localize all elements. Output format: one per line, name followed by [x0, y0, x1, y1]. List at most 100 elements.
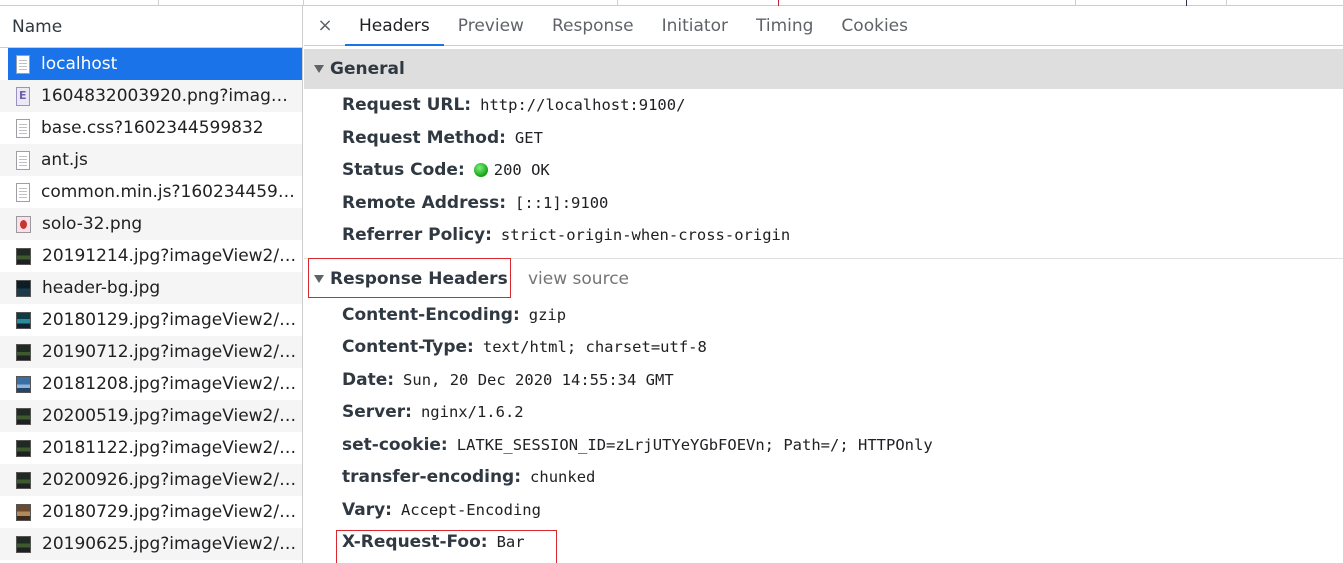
general-row-status-code: Status Code: 200 OK [304, 154, 1343, 187]
response-row-content-encoding: Content-Encoding: gzip [304, 299, 1343, 332]
image-icon [16, 471, 31, 489]
close-icon[interactable]: × [314, 6, 336, 45]
request-row[interactable]: localhost [8, 48, 302, 80]
request-list: localhost 1604832003920.png?imageVi... bas… [0, 48, 302, 560]
tab-response[interactable]: Response [538, 6, 648, 45]
request-row[interactable]: 20180729.jpg?imageView2/1/... [0, 496, 302, 528]
request-row-label: 20190712.jpg?imageView2/1/... [42, 342, 297, 362]
document-icon [16, 150, 30, 170]
header-value: Accept-Encoding [400, 500, 541, 519]
tab-headers[interactable]: Headers [345, 6, 444, 46]
header-key: Server: [342, 402, 412, 423]
header-value: http://localhost:9100/ [480, 96, 686, 115]
header-value: 200 OK [493, 161, 550, 180]
request-row[interactable]: solo-32.png [0, 208, 302, 240]
header-key: Remote Address: [342, 192, 507, 213]
header-key: transfer-encoding: [342, 467, 522, 488]
request-row[interactable]: 1604832003920.png?imageVi... [0, 80, 302, 112]
request-row[interactable]: 20191214.jpg?imageView2/1/... [0, 240, 302, 272]
response-row-transfer-encoding: transfer-encoding: chunked [304, 461, 1343, 494]
highlight-box [308, 257, 511, 298]
request-row-label: base.css?1602344599832 [41, 118, 264, 138]
response-row-vary: Vary: Accept-Encoding [304, 494, 1343, 527]
image-icon [16, 407, 31, 425]
header-value: LATKE_SESSION_ID=zLrjUTYeYGbFOEVn; Path=… [456, 435, 933, 454]
highlight-box [336, 529, 557, 563]
image-icon [16, 311, 31, 329]
document-icon [16, 54, 30, 74]
request-row[interactable]: ant.js [0, 144, 302, 176]
request-row-label: header-bg.jpg [42, 278, 161, 298]
request-row-label: 20200519.jpg?imageView2/1/... [42, 406, 297, 426]
request-row[interactable]: 20181122.jpg?imageView2/1/... [0, 432, 302, 464]
request-row-label: 20200926.jpg?imageView2/1/... [42, 470, 297, 490]
request-row-label: solo-32.png [42, 214, 143, 234]
header-value: text/html; charset=utf-8 [482, 338, 707, 357]
details-tab-bar: × Headers Preview Response Initiator Tim… [304, 6, 1343, 46]
tab-cookies[interactable]: Cookies [827, 6, 922, 45]
image-icon [16, 439, 31, 457]
general-row-referrer-policy: Referrer Policy: strict-origin-when-cros… [304, 219, 1343, 252]
general-row-request-method: Request Method: GET [304, 122, 1343, 155]
header-key: Request Method: [342, 127, 506, 148]
response-row-server: Server: nginx/1.6.2 [304, 396, 1343, 429]
header-key: Status Code: [342, 160, 465, 181]
request-row[interactable]: header-bg.jpg [0, 272, 302, 304]
tab-initiator[interactable]: Initiator [648, 6, 742, 45]
header-key: Referrer Policy: [342, 225, 492, 246]
header-key: Date: [342, 369, 395, 390]
document-icon [16, 118, 30, 138]
general-section-title: General [330, 59, 405, 79]
request-row[interactable]: 20180129.jpg?imageView2/1/... [0, 304, 302, 336]
header-value: GET [514, 128, 543, 147]
request-row-label: 20181208.jpg?imageView2/1/... [42, 374, 297, 394]
response-headers-body: Content-Encoding: gzip Content-Type: tex… [304, 299, 1343, 563]
request-row-label: common.min.js?16023445998... [41, 182, 296, 202]
document-icon [16, 182, 30, 202]
response-row-content-type: Content-Type: text/html; charset=utf-8 [304, 331, 1343, 364]
request-row-label: localhost [41, 54, 118, 74]
request-row-label: 1604832003920.png?imageVi... [41, 86, 296, 106]
status-ok-icon [473, 163, 488, 178]
header-value: [::1]:9100 [515, 193, 609, 212]
header-key: Content-Encoding: [342, 304, 520, 325]
request-list-panel: Name localhost 1604832003920.png?imageVi.… [0, 6, 303, 563]
general-section-body: Request URL: http://localhost:9100/ Requ… [304, 89, 1343, 252]
image-icon [16, 343, 31, 361]
image-icon [16, 247, 31, 265]
tab-timing[interactable]: Timing [742, 6, 827, 45]
image-e-icon [16, 86, 30, 106]
request-row-label: 20180129.jpg?imageView2/1/... [42, 310, 297, 330]
image-icon [16, 503, 31, 521]
request-row[interactable]: 20200519.jpg?imageView2/1/... [0, 400, 302, 432]
request-row[interactable]: 20190712.jpg?imageView2/1/... [0, 336, 302, 368]
general-row-request-url: Request URL: http://localhost:9100/ [304, 89, 1343, 122]
request-row-label: 20181122.jpg?imageView2/1/... [42, 438, 297, 458]
request-details-panel: × Headers Preview Response Initiator Tim… [304, 6, 1343, 563]
request-row[interactable]: 20181208.jpg?imageView2/1/... [0, 368, 302, 400]
view-source-link[interactable]: view source [528, 269, 629, 289]
name-column-header[interactable]: Name [0, 6, 302, 48]
request-row[interactable]: 20190625.jpg?imageView2/1/... [0, 528, 302, 560]
header-key: Content-Type: [342, 337, 474, 358]
header-value: nginx/1.6.2 [420, 403, 524, 422]
header-key: Request URL: [342, 95, 472, 116]
response-row-date: Date: Sun, 20 Dec 2020 14:55:34 GMT [304, 364, 1343, 397]
header-value: gzip [528, 305, 567, 324]
request-row-label: 20180729.jpg?imageView2/1/... [42, 502, 297, 522]
header-value: chunked [530, 468, 596, 487]
general-section-header[interactable]: General [304, 49, 1343, 89]
general-row-remote-address: Remote Address: [::1]:9100 [304, 187, 1343, 220]
request-row[interactable]: 20200926.jpg?imageView2/1/... [0, 464, 302, 496]
request-row-label: 20190625.jpg?imageView2/1/... [42, 534, 297, 554]
response-headers-section-header[interactable]: Response Headers view source [304, 257, 1343, 299]
header-value: strict-origin-when-cross-origin [500, 226, 791, 245]
tab-preview[interactable]: Preview [444, 6, 538, 45]
request-row-label: ant.js [41, 150, 88, 170]
request-row[interactable]: base.css?1602344599832 [0, 112, 302, 144]
image-icon [16, 375, 31, 393]
image-icon [16, 279, 31, 297]
request-row[interactable]: common.min.js?16023445998... [0, 176, 302, 208]
image-icon [16, 535, 31, 553]
header-key: set-cookie: [342, 434, 448, 455]
